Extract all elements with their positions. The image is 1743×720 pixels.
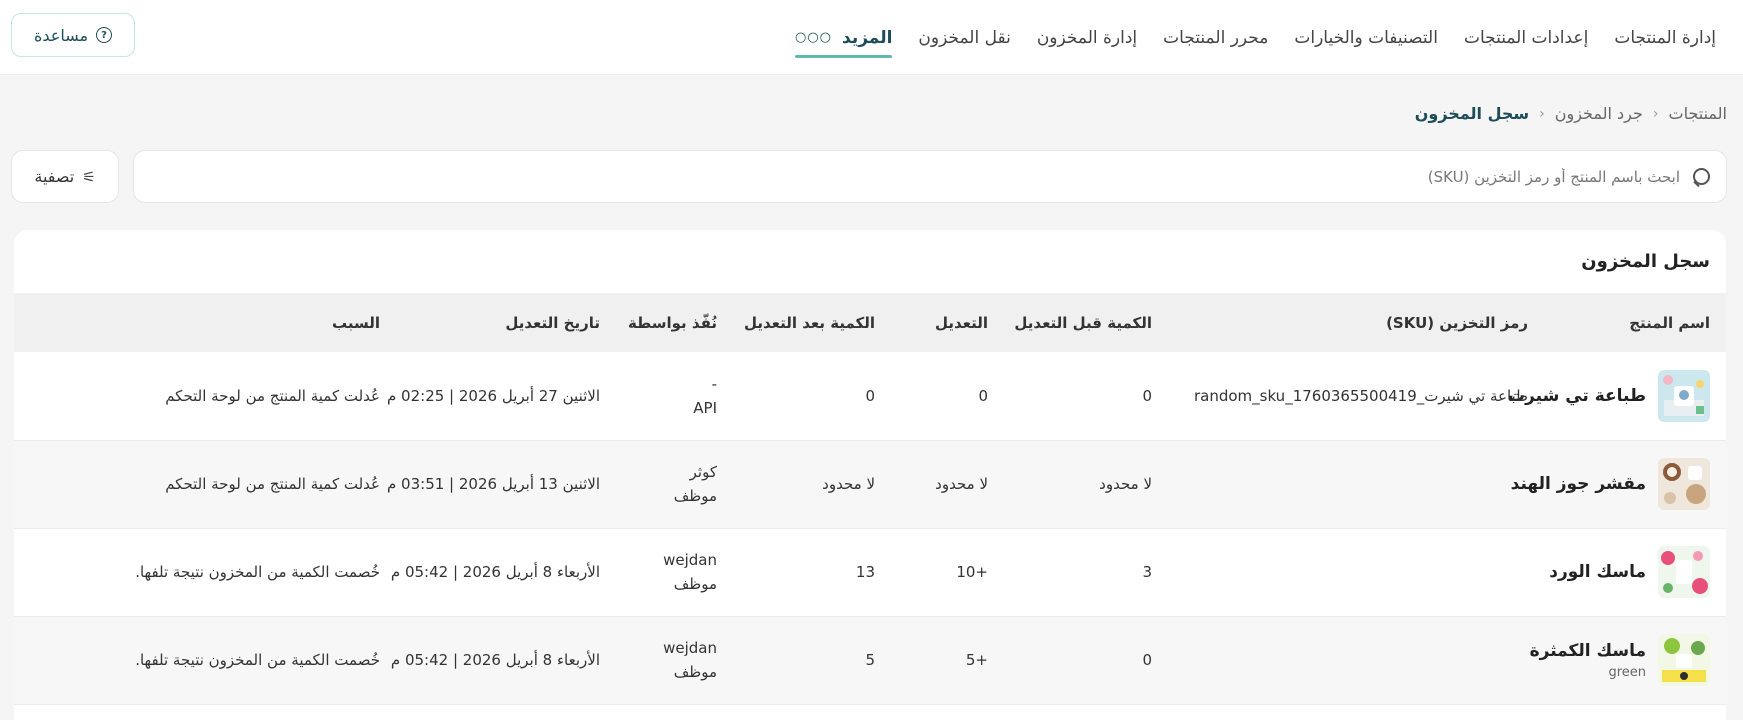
nav-item-inventory-management[interactable]: إدارة المخزون <box>1024 0 1150 75</box>
cell-reason: عُدلت كمية المنتج من لوحة التحكم <box>165 386 380 405</box>
nav-item-categories-options[interactable]: التصنيفات والخيارات <box>1281 0 1451 75</box>
cell-reason: خُصمت الكمية من المخزون نتيجة تلفها. <box>135 563 380 581</box>
performer-role: موظف <box>673 487 717 505</box>
cell-adjust-date: الاثنين 27 أبريل 2026 | 02:25 م <box>386 386 600 405</box>
search-icon <box>1690 166 1712 188</box>
cell-qty-before: 3 <box>1142 563 1152 581</box>
breadcrumb-item-inventory-count[interactable]: جرد المخزون <box>1555 104 1643 123</box>
product-thumbnail <box>1658 634 1710 686</box>
breadcrumb-item-products[interactable]: المنتجات <box>1669 104 1728 123</box>
breadcrumb-separator-icon: ‹ <box>1539 105 1545 122</box>
breadcrumb: المنتجات ‹ جرد المخزون ‹ سجل المخزون <box>1415 104 1727 123</box>
cell-reason: خُصمت الكمية من المخزون نتيجة تلفها. <box>135 651 380 669</box>
table-row[interactable]: ماسك الكمثرة green 0 +5 5 wejdan موظف ال… <box>14 616 1726 704</box>
product-name[interactable]: ماسك الورد <box>1549 562 1646 582</box>
cell-qty-before: 0 <box>1142 651 1152 669</box>
col-header-performed-by: نُفّذ بواسطة <box>628 313 717 332</box>
filter-button[interactable]: ⚟ تصفية <box>11 150 119 203</box>
cell-qty-after: 0 <box>865 386 875 405</box>
col-header-sku: رمز التخزين (SKU) <box>1386 313 1528 332</box>
product-name[interactable]: ماسك الكمثرة <box>1530 641 1646 661</box>
cell-adjust-date: الأربعاء 8 أبريل 2026 | 05:42 م <box>390 651 600 669</box>
cell-performed-by: - API <box>616 352 733 440</box>
performer-name: - <box>711 374 717 393</box>
cell-qty-before: 0 <box>1142 386 1152 405</box>
nav-item-inventory-transfer[interactable]: نقل المخزون <box>905 0 1023 75</box>
cell-performed-by: كوثر موظف <box>616 440 733 528</box>
cell-adjust-date: الاثنين 13 أبريل 2026 | 03:51 م <box>386 475 600 493</box>
performer-role: موظف <box>673 663 717 681</box>
cell-adjustment: لا محدود <box>935 475 988 493</box>
performer-role: موظف <box>673 575 717 593</box>
table-header-row: اسم المنتج رمز التخزين (SKU) الكمية قبل … <box>14 293 1726 352</box>
col-header-adjustment: التعديل <box>934 313 988 332</box>
product-name[interactable]: طباعة تي شيرت <box>1508 386 1646 406</box>
inventory-log-table: اسم المنتج رمز التخزين (SKU) الكمية قبل … <box>14 293 1726 705</box>
main-nav: إدارة المنتجات إعدادات المنتجات التصنيفا… <box>782 0 1729 75</box>
cell-qty-after: لا محدود <box>822 475 875 493</box>
product-thumbnail <box>1658 458 1710 510</box>
more-dots-icon: ○○○ <box>795 30 833 45</box>
product-variant: green <box>1608 664 1646 680</box>
nav-item-product-management[interactable]: إدارة المنتجات <box>1601 0 1729 75</box>
product-thumbnail <box>1658 369 1710 422</box>
cell-performed-by: wejdan موظف <box>616 528 733 616</box>
col-header-qty-before: الكمية قبل التعديل <box>1014 313 1152 332</box>
help-label: مساعدة <box>33 25 89 45</box>
top-navigation-bar: إدارة المنتجات إعدادات المنتجات التصنيفا… <box>0 0 1743 75</box>
nav-item-more[interactable]: المزيد ○○○ <box>782 0 905 75</box>
cell-product: ماسك الورد <box>1544 528 1726 616</box>
cell-qty-before: لا محدود <box>1099 475 1152 493</box>
nav-item-product-settings[interactable]: إعدادات المنتجات <box>1451 0 1601 75</box>
cell-product: طباعة تي شيرت <box>1508 352 1726 440</box>
performer-name: wejdan <box>663 639 717 657</box>
table-row[interactable]: طباعة تي شيرت طباعة تي شيرت_random_sku_1… <box>14 352 1726 440</box>
col-header-product-name: اسم المنتج <box>1629 313 1710 332</box>
cell-adjustment: +5 <box>965 651 988 669</box>
help-circle-icon: ? <box>96 27 113 43</box>
col-header-reason: السبب <box>331 313 380 332</box>
cell-product: ماسك الكمثرة green <box>1530 616 1726 704</box>
card-title: سجل المخزون <box>1581 251 1710 272</box>
product-name[interactable]: مقشر جوز الهند <box>1511 474 1646 494</box>
breadcrumb-separator-icon: ‹ <box>1652 105 1659 122</box>
search-input[interactable] <box>134 167 1680 186</box>
nav-item-product-editor[interactable]: محرر المنتجات <box>1150 0 1281 75</box>
table-row[interactable]: ماسك الورد 3 +10 13 wejdan موظف الأربعاء… <box>14 528 1726 616</box>
filter-label: تصفية <box>34 167 75 186</box>
help-button[interactable]: ? مساعدة <box>11 13 135 57</box>
table-row[interactable]: مقشر جوز الهند لا محدود لا محدود لا محدو… <box>14 440 1726 528</box>
col-header-adjust-date: تاريخ التعديل <box>505 313 600 332</box>
performer-name: كوثر <box>689 463 717 481</box>
cell-qty-after: 13 <box>855 563 875 581</box>
cell-sku: طباعة تي شيرت_random_sku_1760365500419 <box>1193 386 1528 405</box>
product-thumbnail <box>1658 546 1710 598</box>
cell-adjustment: 0 <box>978 386 988 405</box>
sliders-icon: ⚟ <box>82 167 96 186</box>
cell-product: مقشر جوز الهند <box>1511 440 1726 528</box>
col-header-qty-after: الكمية بعد التعديل <box>743 313 875 332</box>
cell-performed-by: wejdan موظف <box>616 616 733 704</box>
inventory-log-card: سجل المخزون اسم المنتج رمز التخزين (SKU)… <box>14 230 1726 720</box>
performer-name: wejdan <box>663 551 717 569</box>
cell-reason: عُدلت كمية المنتج من لوحة التحكم <box>165 475 380 493</box>
cell-adjustment: +10 <box>956 563 988 581</box>
cell-sku <box>1168 528 1544 616</box>
cell-adjust-date: الأربعاء 8 أبريل 2026 | 05:42 م <box>390 563 600 581</box>
cell-sku <box>1168 440 1544 528</box>
search-bar <box>133 150 1727 203</box>
cell-qty-after: 5 <box>865 651 875 669</box>
performer-role: API <box>693 398 717 417</box>
breadcrumb-item-current: سجل المخزون <box>1414 104 1530 123</box>
cell-sku <box>1168 616 1544 704</box>
nav-more-label: المزيد <box>842 27 893 48</box>
